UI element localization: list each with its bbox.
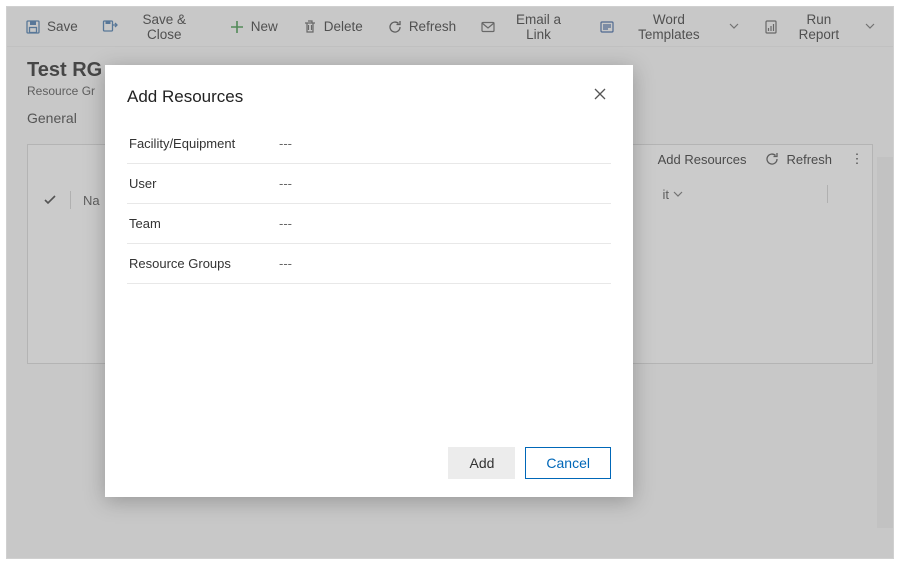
field-team[interactable]: Team --- [127,204,611,244]
close-icon [593,87,607,101]
dialog-title: Add Resources [127,87,243,107]
field-value: --- [279,256,609,271]
field-user[interactable]: User --- [127,164,611,204]
add-button[interactable]: Add [448,447,515,479]
field-value: --- [279,176,609,191]
field-label: Resource Groups [129,256,279,271]
field-resource-groups[interactable]: Resource Groups --- [127,244,611,284]
cancel-button[interactable]: Cancel [525,447,611,479]
close-button[interactable] [589,83,611,110]
field-label: Facility/Equipment [129,136,279,151]
field-label: User [129,176,279,191]
field-label: Team [129,216,279,231]
field-facility-equipment[interactable]: Facility/Equipment --- [127,124,611,164]
dialog-footer: Add Cancel [105,433,633,497]
field-value: --- [279,216,609,231]
dialog-body: Facility/Equipment --- User --- Team ---… [105,116,633,433]
field-value: --- [279,136,609,151]
add-resources-dialog: Add Resources Facility/Equipment --- Use… [105,65,633,497]
